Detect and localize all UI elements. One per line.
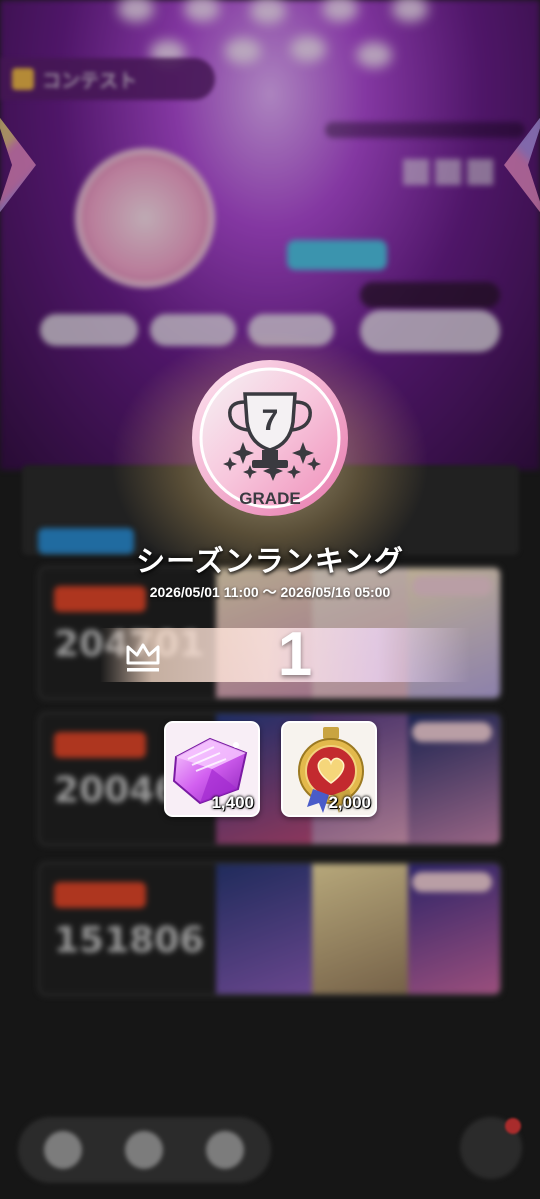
rank-number: 1 xyxy=(277,620,313,689)
contest-header-label: コンテスト xyxy=(42,69,138,92)
grade-number: 7 xyxy=(262,404,279,437)
blurred-item-bar xyxy=(360,282,500,308)
grade-label: GRADE xyxy=(239,489,300,508)
blurred-help-button xyxy=(248,314,334,346)
blurred-reward-button xyxy=(150,314,236,346)
blurred-home-button xyxy=(44,1131,82,1169)
reward-medal[interactable]: 2,000 xyxy=(281,721,377,817)
blurred-formation-button xyxy=(360,310,500,352)
reward-crystal[interactable]: 1,400 xyxy=(164,721,260,817)
reward-quantity: 1,400 xyxy=(211,793,254,812)
blurred-history-button xyxy=(125,1131,163,1169)
blurred-date xyxy=(325,122,525,138)
blurred-grade-badge xyxy=(75,148,215,288)
season-period: 2026/05/01 11:00 ～ 2026/05/16 05:00 xyxy=(149,584,391,600)
reward-quantity: 2,000 xyxy=(328,793,371,812)
blurred-ranking-button xyxy=(40,314,138,346)
notification-dot xyxy=(505,1118,521,1134)
card-score: 151806 xyxy=(54,920,205,961)
contest-header: コンテスト xyxy=(0,58,215,100)
blurred-opponent-card-3: 151806 xyxy=(38,862,502,996)
trophy-icon xyxy=(12,68,34,90)
blurred-back-button xyxy=(206,1131,244,1169)
blurred-border-pill xyxy=(287,240,387,270)
grade-badge: 7 GRADE xyxy=(192,360,348,516)
blurred-username: ■■■ xyxy=(400,150,497,190)
blurred-opponent-card-2: 200469 xyxy=(38,712,502,846)
season-ranking-title: シーズンランキング xyxy=(136,546,404,578)
crown-icon xyxy=(126,643,160,672)
